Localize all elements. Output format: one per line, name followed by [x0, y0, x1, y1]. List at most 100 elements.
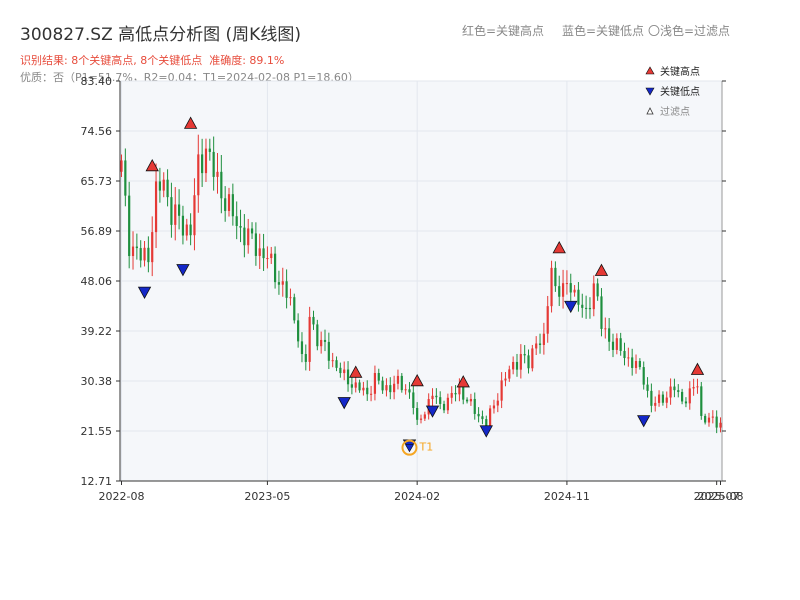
candle-body	[158, 181, 161, 191]
candle-body	[170, 197, 173, 225]
candle-body	[346, 369, 350, 385]
candle-body	[508, 369, 511, 379]
candle-body	[719, 422, 722, 428]
candle-body	[350, 384, 353, 388]
x-tick-label: 2024-11	[544, 490, 590, 503]
candle-body	[619, 338, 622, 351]
candle-body	[247, 228, 250, 246]
candle-body	[481, 416, 484, 420]
candle-body	[573, 289, 576, 293]
candle-body	[293, 297, 296, 321]
candle-body	[204, 148, 208, 174]
candle-body	[304, 354, 307, 362]
candle-body	[615, 338, 618, 350]
candle-body	[300, 341, 304, 355]
candle-body	[162, 179, 165, 191]
candle-body	[224, 198, 227, 211]
candle-body	[297, 320, 300, 342]
candle-body	[327, 341, 330, 361]
y-tick-label: 65.73	[81, 175, 113, 188]
x-tick-label: 2022-08	[99, 490, 145, 503]
candle-body	[504, 378, 507, 381]
candle-body	[400, 375, 403, 391]
candle-body	[523, 354, 526, 356]
y-tick-label: 48.06	[81, 275, 113, 288]
candle-body	[366, 387, 369, 395]
candle-body	[335, 360, 338, 368]
candle-body	[489, 408, 492, 426]
candle-body	[604, 328, 607, 330]
candle-body	[227, 194, 231, 211]
y-tick-label: 74.56	[81, 125, 113, 138]
candle-body	[289, 297, 292, 299]
candle-body	[373, 372, 377, 394]
candle-body	[715, 416, 718, 428]
candle-body	[477, 413, 480, 417]
legend-high-symbol	[645, 66, 655, 75]
candle-body	[131, 246, 135, 257]
candle-body	[665, 397, 668, 403]
candle-body	[542, 333, 545, 345]
candle-body	[189, 224, 192, 236]
candle-body	[623, 350, 626, 359]
candle-body	[531, 348, 534, 369]
candle-body	[669, 386, 672, 398]
candle-body	[135, 246, 138, 249]
y-tick-label: 30.38	[81, 375, 113, 388]
candle-body	[208, 148, 211, 152]
candle-body	[446, 397, 449, 411]
candle-body	[546, 306, 549, 334]
candle-body	[512, 361, 515, 370]
candle-body	[661, 394, 665, 403]
candle-body	[469, 398, 473, 402]
candle-body	[450, 392, 453, 398]
candle-body	[704, 415, 707, 423]
candle-body	[143, 247, 146, 261]
candle-body	[688, 388, 691, 404]
candle-body	[631, 357, 634, 368]
candle-body	[128, 195, 131, 257]
candle-body	[592, 283, 595, 310]
candle-body	[657, 394, 661, 403]
candle-body	[558, 286, 561, 297]
candle-body	[600, 296, 603, 329]
candle-body	[323, 339, 327, 342]
candle-body	[166, 179, 169, 198]
candle-body	[201, 154, 204, 174]
candle-body	[442, 403, 446, 411]
candle-body	[181, 215, 185, 236]
candle-body	[254, 233, 257, 256]
candle-body	[492, 405, 496, 409]
candle-body	[339, 367, 342, 374]
candle-body	[515, 361, 519, 370]
candle-body	[197, 154, 200, 196]
legend-label: 过滤点	[660, 105, 690, 118]
candle-body	[358, 382, 361, 391]
x-tick-label: 2025-08	[698, 490, 744, 503]
candle-body	[393, 383, 396, 393]
candle-body	[320, 339, 323, 347]
candle-body	[711, 416, 714, 418]
x-tick-label: 2024-02	[394, 490, 440, 503]
candle-body	[151, 232, 154, 263]
candle-body	[581, 304, 584, 308]
x-tick-label: 2023-05	[244, 490, 290, 503]
candle-body	[565, 283, 569, 285]
candle-body	[377, 372, 380, 381]
candle-body	[692, 387, 695, 389]
candle-body	[389, 385, 392, 393]
candle-body	[270, 253, 273, 259]
candle-body	[281, 281, 284, 285]
candle-body	[650, 390, 653, 406]
candle-body	[147, 247, 150, 263]
candle-body	[331, 360, 334, 362]
candle-body	[262, 248, 265, 259]
candle-body	[596, 283, 599, 297]
candle-body	[585, 307, 588, 309]
candle-body	[412, 392, 415, 408]
candle-body	[684, 401, 688, 404]
candle-body	[707, 417, 711, 423]
candle-body	[473, 398, 476, 414]
candle-body	[646, 384, 649, 391]
candle-body	[416, 407, 419, 420]
